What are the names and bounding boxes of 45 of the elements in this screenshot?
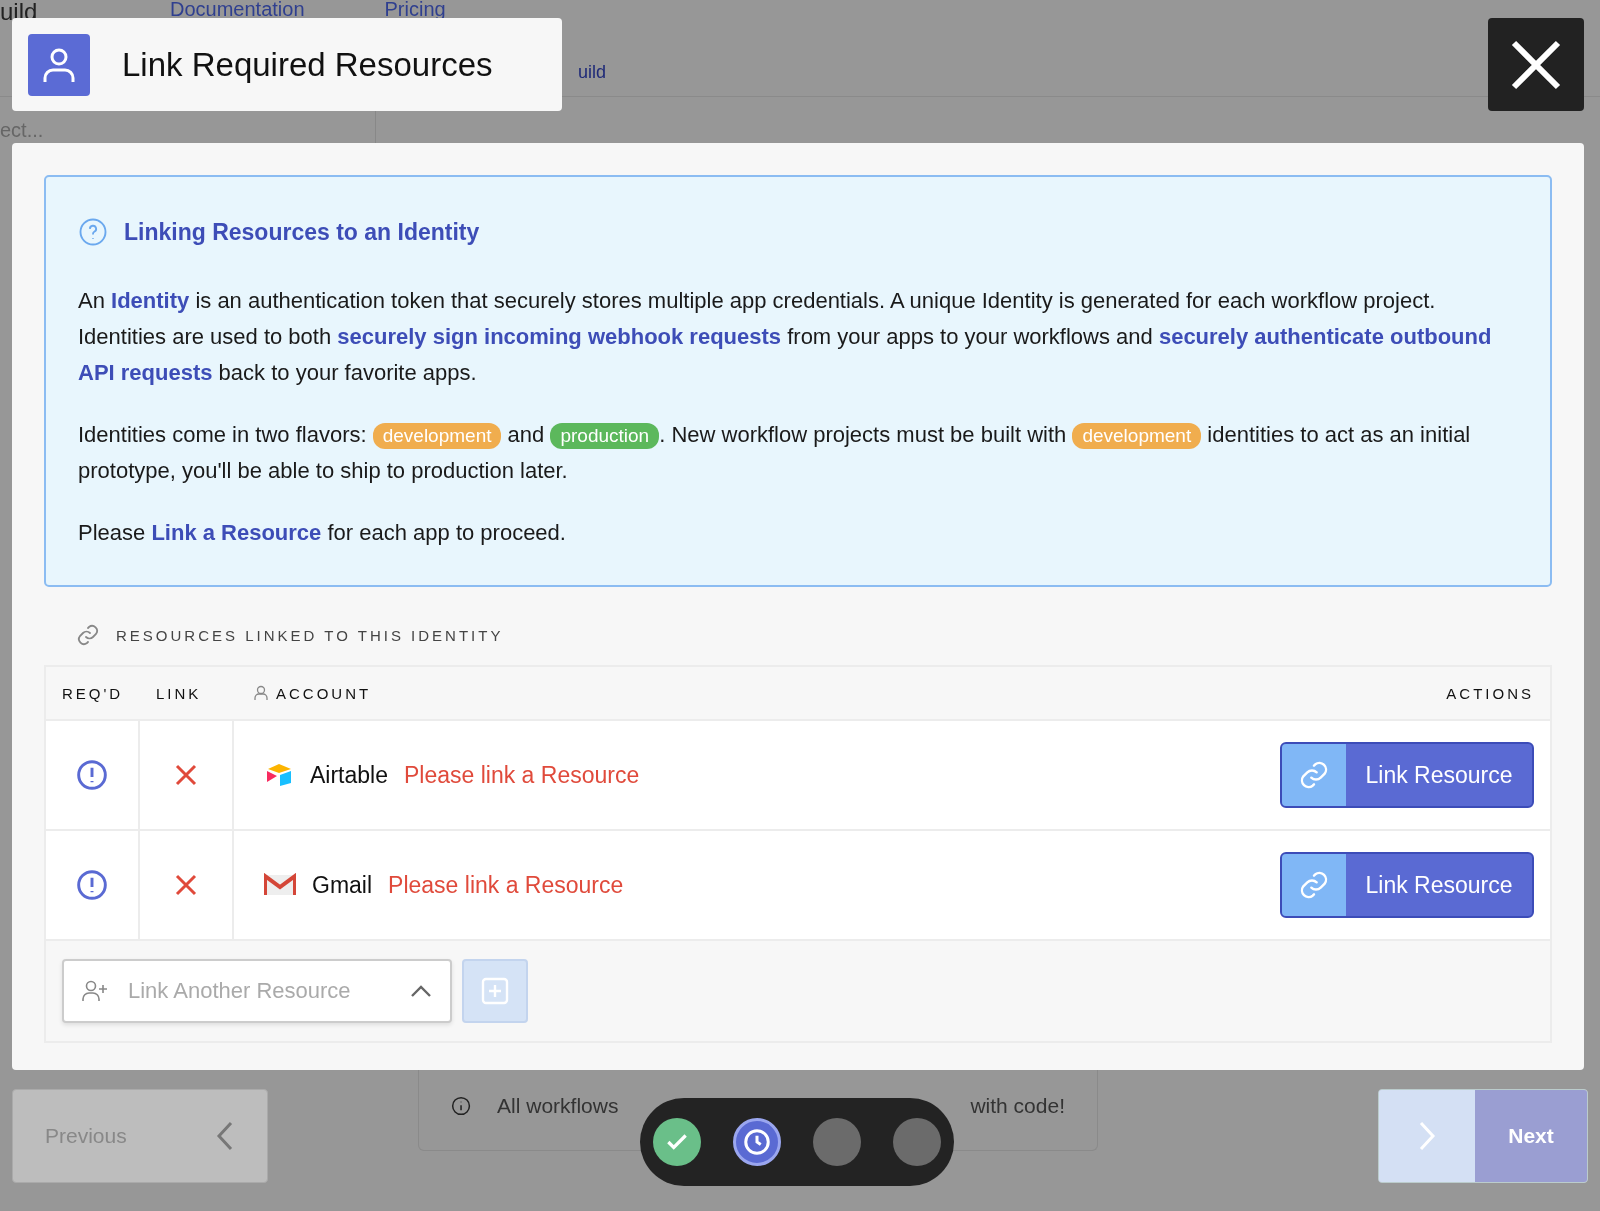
close-icon — [1510, 38, 1562, 91]
link-icon — [76, 623, 100, 647]
column-header: ACCOUNT — [276, 684, 372, 702]
app-name: Airtable — [310, 761, 388, 789]
user-icon — [28, 33, 90, 96]
step-indicator[interactable] — [733, 1118, 781, 1166]
chevron-up-icon — [410, 984, 432, 998]
link-resource-button[interactable]: Link Resource — [1280, 742, 1534, 808]
link-icon — [1298, 869, 1330, 901]
nav-link[interactable]: Documentation — [170, 0, 305, 18]
resource-select-field[interactable]: Link Another Resource — [126, 977, 392, 1005]
info-heading: Linking Resources to an Identity — [124, 218, 480, 246]
user-icon — [254, 685, 268, 701]
column-header: LINK — [155, 684, 203, 702]
section-title: RESOURCES LINKED TO THIS IDENTITY — [116, 626, 504, 644]
link-icon — [1298, 759, 1330, 791]
column-header: REQ'D — [61, 684, 125, 702]
link-resource-button[interactable]: Link Resource — [1280, 852, 1534, 918]
environment-tag: development — [372, 423, 502, 449]
note-text: with code! — [970, 1093, 1065, 1118]
nav-link[interactable]: Pricing — [384, 0, 446, 18]
environment-tag: development — [1072, 423, 1202, 449]
info-paragraph: An Identity is an authentication token that securely stores multiple app credentials. A unique Identity is generated for each workflow project. Identities are used to both securely sign incoming webhook requests from your apps to your workflows and securely authenticate outbound API requests back to your favorite apps. — [78, 287, 1493, 387]
environment-tag: production — [550, 423, 660, 449]
clock-icon — [742, 1127, 772, 1157]
link-status: Please link a Resource — [404, 761, 640, 789]
close-button[interactable] — [1488, 18, 1584, 111]
add-user-icon — [82, 980, 108, 1002]
step-indicator[interactable] — [653, 1118, 701, 1166]
info-paragraph: Identities come in two flavors: development and production . New workflow projects must be built with development identities to act as an initial prototype, you'll be able to ship to production later. — [78, 421, 1472, 485]
resource-select[interactable]: Link Another Resource — [62, 959, 452, 1023]
mail-logo-icon — [264, 873, 296, 897]
plus-square-icon — [481, 977, 509, 1005]
app-logo-icon — [264, 763, 294, 787]
info-paragraph: Please Link a Resource for each app to proceed. — [78, 519, 567, 547]
tab-label[interactable]: uild — [578, 62, 607, 83]
chevron-right-icon — [1417, 1121, 1437, 1151]
app-name: Gmail — [312, 871, 373, 899]
note-text: All workflows — [497, 1093, 619, 1118]
column-header: ACTIONS — [1445, 684, 1535, 702]
modal-title: Link Required Resources — [122, 45, 493, 84]
help-icon — [78, 217, 108, 247]
next-button[interactable]: Next — [1378, 1089, 1588, 1183]
chevron-left-icon — [215, 1121, 235, 1151]
link-status: Please link a Resource — [388, 871, 624, 899]
